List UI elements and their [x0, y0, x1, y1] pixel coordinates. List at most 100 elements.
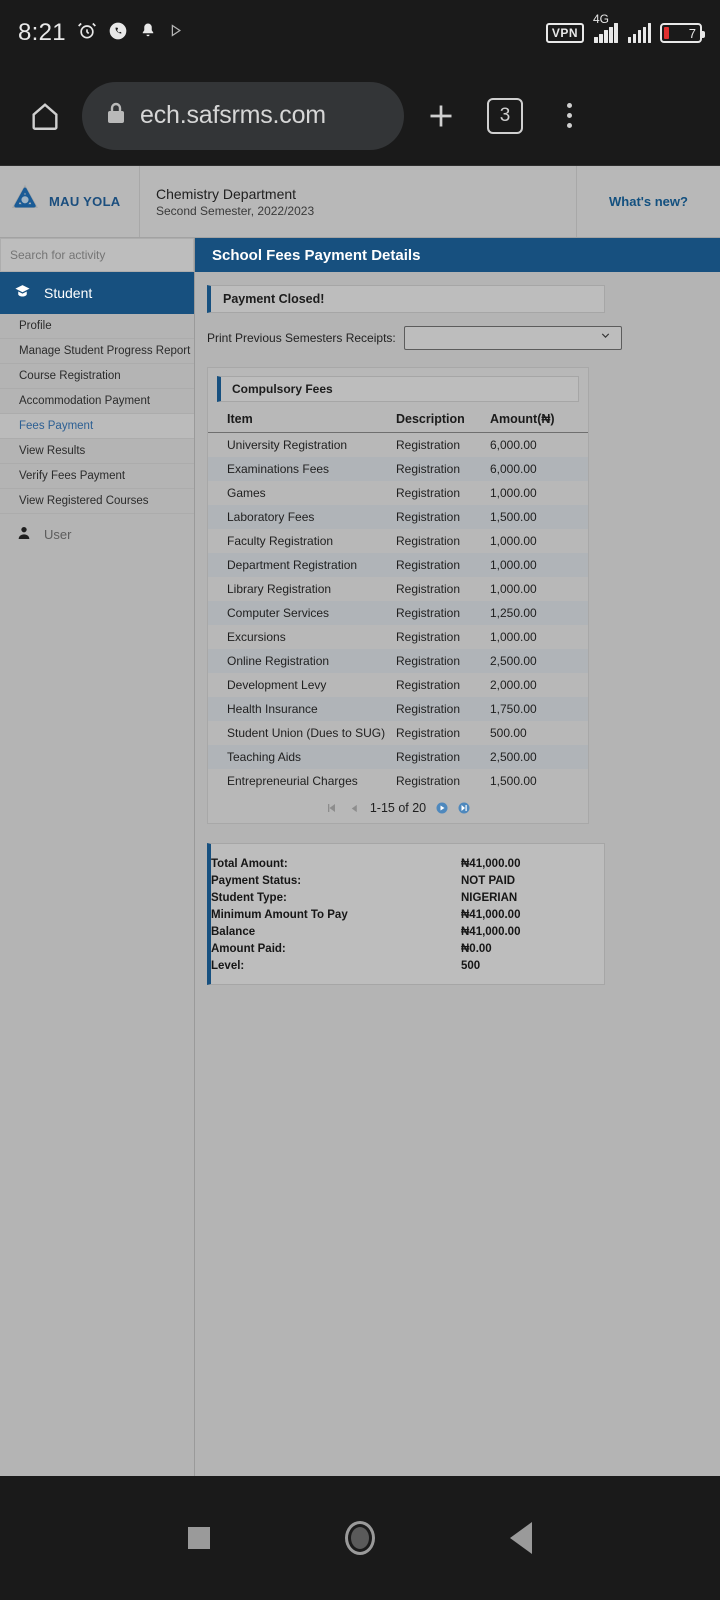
alarm-icon	[77, 21, 97, 46]
cell-description: Registration	[396, 505, 490, 529]
cell-amount: 2,500.00	[490, 745, 588, 769]
square-recents-icon[interactable]	[187, 1527, 210, 1549]
cell-description: Registration	[396, 553, 490, 577]
sidebar-item-manage-student-progress-report[interactable]: Manage Student Progress Report	[0, 339, 194, 364]
mobile-signal-secondary	[627, 23, 651, 43]
plus-icon[interactable]	[414, 89, 468, 143]
cell-item: Teaching Aids	[208, 745, 396, 769]
brand-logo-area[interactable]: MAU YOLA	[0, 166, 140, 237]
fees-table-head: Item Description Amount(₦)	[208, 407, 588, 433]
summary-label: Amount Paid:	[211, 942, 286, 955]
cell-description: Registration	[396, 649, 490, 673]
tab-counter-button[interactable]: 3	[478, 89, 532, 143]
circle-home-icon[interactable]	[344, 1521, 375, 1555]
cell-description: Registration	[396, 534, 461, 548]
whats-new-link[interactable]: What's new?	[576, 166, 720, 237]
column-header-item[interactable]: Item	[208, 407, 396, 433]
mau-yola-logo-icon	[10, 184, 40, 219]
cell-item: Examinations Fees	[208, 457, 396, 481]
table-row[interactable]: Entrepreneurial Charges Registration 1,500…	[208, 769, 588, 793]
cell-description: Registration	[396, 726, 461, 740]
address-bar[interactable]: ech.safsrms.com	[82, 81, 404, 150]
sidebar-item-label: Verify Fees Payment	[19, 470, 126, 482]
sidebar-section-user[interactable]: User	[0, 516, 194, 552]
battery-level-fill	[664, 27, 669, 39]
table-row[interactable]: University Registration Registration 6,000…	[208, 433, 588, 458]
network-type-label: 4G	[593, 12, 610, 26]
alert-text: Payment Closed!	[223, 292, 325, 306]
triangle-back-icon[interactable]	[510, 1522, 533, 1554]
table-row[interactable]: Excursions Registration 1,000.00	[208, 625, 588, 649]
kebab-menu-icon[interactable]	[542, 89, 596, 143]
cell-amount: 1,000.00	[490, 582, 537, 596]
search-input[interactable]	[0, 238, 194, 272]
sidebar: Student Profile Manage Student Progress …	[0, 238, 195, 1476]
summary-row-total-amount: Total Amount: ₦41,000.00	[211, 855, 604, 872]
cell-item: Health Insurance	[208, 697, 396, 721]
print-receipts-label: Print Previous Semesters Receipts:	[207, 331, 396, 345]
play-icon	[168, 23, 183, 43]
previous-page-icon[interactable]	[348, 802, 361, 815]
sidebar-item-view-registered-courses[interactable]: View Registered Courses	[0, 489, 194, 514]
browser-toolbar: ech.safsrms.com 3	[0, 66, 720, 166]
table-row[interactable]: Online Registration Registration 2,500.00	[208, 649, 588, 673]
column-header-description[interactable]: Description	[396, 407, 490, 433]
summary-row-amount-paid: Amount Paid: ₦0.00	[211, 940, 604, 957]
sidebar-section-student[interactable]: Student	[0, 272, 194, 314]
cell-description: Registration	[396, 457, 490, 481]
table-row[interactable]: Laboratory Fees Registration 1,500.00	[208, 505, 588, 529]
app-header: MAU YOLA Chemistry Department Second Sem…	[0, 166, 720, 238]
sidebar-section-label: Student	[44, 285, 93, 301]
summary-label: Total Amount:	[211, 857, 288, 870]
summary-label: Minimum Amount To Pay	[211, 908, 348, 921]
summary-value: NIGERIAN	[461, 891, 518, 904]
cell-amount: 1,000.00	[490, 486, 537, 500]
sidebar-item-verify-fees-payment[interactable]: Verify Fees Payment	[0, 464, 194, 489]
sidebar-user-label: User	[44, 526, 72, 542]
chevron-down-icon	[599, 329, 612, 347]
brand-name-label: MAU YOLA	[49, 194, 121, 209]
column-header-amount[interactable]: Amount(₦)	[490, 407, 588, 433]
sidebar-items: Profile Manage Student Progress Report C…	[0, 314, 194, 514]
sidebar-item-view-results[interactable]: View Results	[0, 439, 194, 464]
cell-item: Excursions	[227, 630, 286, 644]
sidebar-item-label: View Results	[19, 445, 86, 457]
table-row[interactable]: Computer Services Registration 1,250.00	[208, 601, 588, 625]
graduation-cap-icon	[14, 283, 31, 303]
cell-amount: 1,500.00	[490, 505, 588, 529]
table-row[interactable]: Teaching Aids Registration 2,500.00	[208, 745, 588, 769]
summary-table: Total Amount: ₦41,000.00 Payment Status: N…	[211, 855, 604, 974]
android-status-bar: 8:21 VPN 4G 7	[0, 0, 720, 66]
context-info: Chemistry Department Second Semester, 20…	[140, 166, 576, 237]
cell-item: Development Levy	[227, 678, 327, 692]
table-row[interactable]: Faculty Registration Registration 1,000.00	[208, 529, 588, 553]
summary-row-minimum-amount: Minimum Amount To Pay ₦41,000.00	[211, 906, 604, 923]
next-page-icon[interactable]	[435, 802, 448, 815]
cell-item: Department Registration	[208, 553, 396, 577]
status-bar-left: 8:21	[18, 19, 183, 47]
cell-item: Entrepreneurial Charges	[227, 774, 358, 788]
table-row[interactable]: Games Registration 1,000.00	[208, 481, 588, 505]
sidebar-item-label: Course Registration	[19, 370, 121, 382]
home-icon[interactable]	[18, 89, 72, 143]
sidebar-item-fees-payment[interactable]: Fees Payment	[0, 414, 194, 439]
cell-amount: 500.00	[490, 726, 527, 740]
table-row[interactable]: Examinations Fees Registration 6,000.00	[208, 457, 588, 481]
sidebar-item-accommodation-payment[interactable]: Accommodation Payment	[0, 389, 194, 414]
cell-item: Student Union (Dues to SUG)	[227, 726, 386, 740]
main-content: School Fees Payment Details Payment Clos…	[195, 238, 720, 1476]
table-row[interactable]: Student Union (Dues to SUG) Registration 5…	[208, 721, 588, 745]
vpn-icon: VPN	[545, 23, 584, 43]
last-page-icon[interactable]	[457, 802, 470, 815]
semester-label: Second Semester, 2022/2023	[156, 203, 315, 218]
table-row[interactable]: Development Levy Registration 2,000.00	[208, 673, 588, 697]
first-page-icon[interactable]	[326, 802, 339, 815]
table-row[interactable]: Department Registration Registration 1,000…	[208, 553, 588, 577]
table-row[interactable]: Health Insurance Registration 1,750.00	[208, 697, 588, 721]
payment-summary-panel: Total Amount: ₦41,000.00 Payment Status: N…	[207, 843, 605, 985]
sidebar-item-course-registration[interactable]: Course Registration	[0, 364, 194, 389]
pagination-range-label: 1-15 of 20	[369, 801, 427, 815]
print-receipts-select[interactable]	[403, 326, 622, 350]
table-row[interactable]: Library Registration Registration 1,000.00	[208, 577, 588, 601]
sidebar-item-profile[interactable]: Profile	[0, 314, 194, 339]
